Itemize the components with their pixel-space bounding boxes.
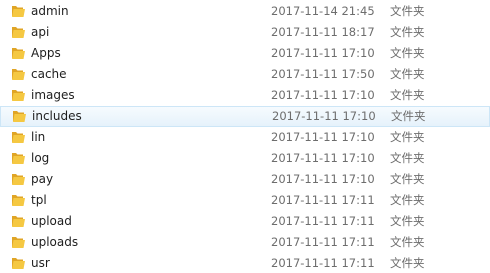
file-row[interactable]: lin 2017-11-11 17:10 文件夹 [0, 127, 490, 148]
file-date-modified: 2017-11-11 17:10 [271, 172, 375, 186]
file-type: 文件夹 [390, 67, 425, 81]
file-date-modified: 2017-11-11 17:10 [271, 46, 375, 60]
folder-icon [12, 48, 25, 59]
folder-icon [12, 132, 25, 143]
file-row[interactable]: api 2017-11-11 18:17 文件夹 [0, 22, 490, 43]
file-name: Apps [31, 46, 61, 60]
file-date-modified: 2017-11-11 17:50 [271, 67, 375, 81]
file-date-modified: 2017-11-11 17:11 [271, 235, 375, 249]
folder-icon [12, 90, 25, 101]
file-type: 文件夹 [390, 235, 425, 249]
folder-icon [12, 195, 25, 206]
file-row[interactable]: tpl 2017-11-11 17:11 文件夹 [0, 190, 490, 211]
file-date-modified: 2017-11-11 17:10 [272, 109, 376, 123]
folder-icon [12, 174, 25, 185]
file-date-modified: 2017-11-11 17:10 [271, 88, 375, 102]
file-type: 文件夹 [390, 88, 425, 102]
folder-icon [12, 6, 25, 17]
file-name: upload [31, 214, 72, 228]
file-name: pay [31, 172, 54, 186]
file-date-modified: 2017-11-11 17:11 [271, 214, 375, 228]
file-name: admin [31, 4, 69, 18]
file-date-modified: 2017-11-11 18:17 [271, 25, 375, 39]
file-row[interactable]: upload 2017-11-11 17:11 文件夹 [0, 211, 490, 232]
file-row[interactable]: usr 2017-11-11 17:11 文件夹 [0, 253, 490, 273]
file-type: 文件夹 [390, 151, 425, 165]
folder-icon [12, 153, 25, 164]
file-type: 文件夹 [390, 46, 425, 60]
file-row[interactable]: log 2017-11-11 17:10 文件夹 [0, 148, 490, 169]
file-row[interactable]: uploads 2017-11-11 17:11 文件夹 [0, 232, 490, 253]
file-date-modified: 2017-11-11 17:11 [271, 193, 375, 207]
file-name: includes [32, 109, 82, 123]
file-row[interactable]: Apps 2017-11-11 17:10 文件夹 [0, 43, 490, 64]
file-list: admin 2017-11-14 21:45 文件夹 api 2017-11-1… [0, 0, 490, 273]
folder-icon [13, 111, 26, 122]
file-type: 文件夹 [390, 25, 425, 39]
folder-icon [12, 258, 25, 269]
file-type: 文件夹 [391, 109, 426, 123]
file-name: usr [31, 256, 50, 270]
file-date-modified: 2017-11-11 17:11 [271, 256, 375, 270]
file-name: images [31, 88, 75, 102]
file-date-modified: 2017-11-11 17:10 [271, 130, 375, 144]
file-type: 文件夹 [390, 172, 425, 186]
folder-icon [12, 237, 25, 248]
file-type: 文件夹 [390, 193, 425, 207]
file-date-modified: 2017-11-11 17:10 [271, 151, 375, 165]
file-row[interactable]: images 2017-11-11 17:10 文件夹 [0, 85, 490, 106]
file-type: 文件夹 [390, 130, 425, 144]
file-date-modified: 2017-11-14 21:45 [271, 4, 375, 18]
folder-icon [12, 69, 25, 80]
file-name: uploads [31, 235, 79, 249]
file-name: cache [31, 67, 67, 81]
folder-icon [12, 216, 25, 227]
file-name: tpl [31, 193, 47, 207]
file-type: 文件夹 [390, 214, 425, 228]
file-type: 文件夹 [390, 256, 425, 270]
file-type: 文件夹 [390, 4, 425, 18]
file-name: api [31, 25, 50, 39]
folder-icon [12, 27, 25, 38]
file-row[interactable]: admin 2017-11-14 21:45 文件夹 [0, 1, 490, 22]
file-row[interactable]: cache 2017-11-11 17:50 文件夹 [0, 64, 490, 85]
file-name: lin [31, 130, 46, 144]
file-name: log [31, 151, 50, 165]
file-row-selected[interactable]: includes 2017-11-11 17:10 文件夹 [0, 106, 490, 127]
file-row[interactable]: pay 2017-11-11 17:10 文件夹 [0, 169, 490, 190]
